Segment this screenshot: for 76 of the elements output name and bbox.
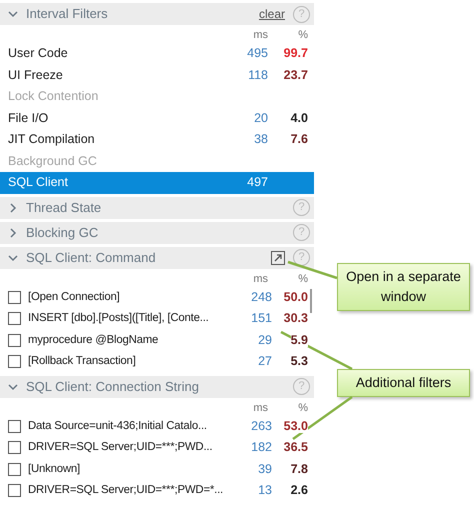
filter-label[interactable]: DRIVER=SQL Server;UID=***;PWD=*... <box>28 482 236 500</box>
filter-label[interactable]: User Code <box>8 44 228 64</box>
percent-value: 50.0 <box>284 290 308 304</box>
filter-label[interactable]: Data Source=unit-436;Initial Catalo... <box>28 418 236 435</box>
popout-icon[interactable] <box>271 250 285 264</box>
filter-label[interactable]: JIT Compilation <box>8 130 228 150</box>
filter-label[interactable]: [Rollback Transaction] <box>28 353 236 370</box>
column-header: % <box>297 28 308 44</box>
section-title: Interval Filters <box>26 5 109 24</box>
selected-row[interactable]: SQL Client 497 <box>0 172 314 194</box>
chevron-down-icon[interactable] <box>8 9 18 19</box>
percent-value: 4.0 <box>290 110 308 125</box>
ms-value: 182 <box>250 439 272 456</box>
section-header[interactable]: SQL Client: Command ? <box>0 246 314 268</box>
section-header[interactable]: Blocking GC ? <box>0 222 314 244</box>
section-header[interactable]: Thread State ? <box>0 196 314 218</box>
callout: Additional filters <box>337 369 470 397</box>
ms-value: 27 <box>257 353 272 370</box>
filter-label[interactable]: [Unknown] <box>28 460 236 478</box>
percent-value: 30.3 <box>284 311 308 326</box>
column-header: % <box>297 400 308 416</box>
section-title: SQL Client: Command <box>26 248 157 267</box>
checkbox[interactable] <box>8 312 21 326</box>
callout: Open in a separate window <box>337 263 470 311</box>
ms-value: 151 <box>250 310 272 328</box>
filter-row[interactable]: JIT Compilation 38 7.6 <box>0 129 314 150</box>
percent-value: 99.7 <box>284 46 308 60</box>
section-header[interactable]: SQL Client: Connection String ? <box>0 376 314 398</box>
percent-value: 7.8 <box>290 462 308 476</box>
chevron-down-icon[interactable] <box>8 382 18 392</box>
ms-value: 263 <box>250 418 272 435</box>
section-title: Thread State <box>26 198 102 217</box>
percent-value: 53.0 <box>284 418 308 433</box>
checkbox[interactable] <box>8 462 21 476</box>
filter-label[interactable]: DRIVER=SQL Server;UID=***;PWD... <box>28 439 236 456</box>
ms-value: 248 <box>250 288 272 306</box>
percent-value: 5.3 <box>290 354 308 368</box>
section-title: SQL Client: Connection String <box>26 378 200 396</box>
ms-value: 13 <box>257 482 272 500</box>
ms-value: 497 <box>246 174 268 192</box>
filter-row[interactable]: File I/O 20 4.0 <box>0 108 314 129</box>
column-header: ms <box>252 28 268 44</box>
column-header: ms <box>252 272 268 287</box>
ms-value: 118 <box>247 66 268 84</box>
checkbox[interactable] <box>8 290 21 304</box>
column-header: % <box>297 272 308 287</box>
ms-value: 495 <box>246 45 268 62</box>
scrollbar-thumb[interactable] <box>310 288 312 312</box>
percent-value: 23.7 <box>284 68 308 82</box>
clear-link[interactable]: clear <box>258 5 285 23</box>
ms-value: 20 <box>253 110 268 127</box>
percent-value: 7.6 <box>290 132 308 146</box>
section-header[interactable]: Interval Filters clear ? <box>0 3 314 25</box>
chevron-right-icon[interactable] <box>8 228 18 238</box>
percent-value: 36.5 <box>284 440 308 454</box>
chevron-right-icon[interactable] <box>8 202 18 212</box>
filter-row[interactable]: User Code 495 99.7 <box>0 43 314 64</box>
filter-label[interactable]: File I/O <box>8 108 228 128</box>
section-title: Blocking GC <box>26 224 100 242</box>
checkbox[interactable] <box>8 484 21 498</box>
column-header: ms <box>252 400 268 416</box>
filter-row[interactable]: UI Freeze 118 23.7 <box>0 64 314 86</box>
checkbox[interactable] <box>8 355 21 368</box>
ms-value: 29 <box>257 332 272 349</box>
filter-label[interactable]: myprocedure @BlogName <box>28 332 236 349</box>
percent-value: 2.6 <box>290 483 308 498</box>
percent-value: 5.9 <box>290 332 308 347</box>
ms-value: 38 <box>253 131 268 148</box>
ms-value: 39 <box>257 460 272 478</box>
filter-label[interactable]: [Open Connection] <box>28 288 236 306</box>
chevron-down-icon[interactable] <box>8 252 18 262</box>
filter-label[interactable]: UI Freeze <box>8 66 228 85</box>
filter-label[interactable]: INSERT [dbo].[Posts]([Title], [Conte... <box>28 310 236 328</box>
checkbox[interactable] <box>8 334 21 347</box>
checkbox[interactable] <box>8 420 21 433</box>
checkbox[interactable] <box>8 441 21 454</box>
